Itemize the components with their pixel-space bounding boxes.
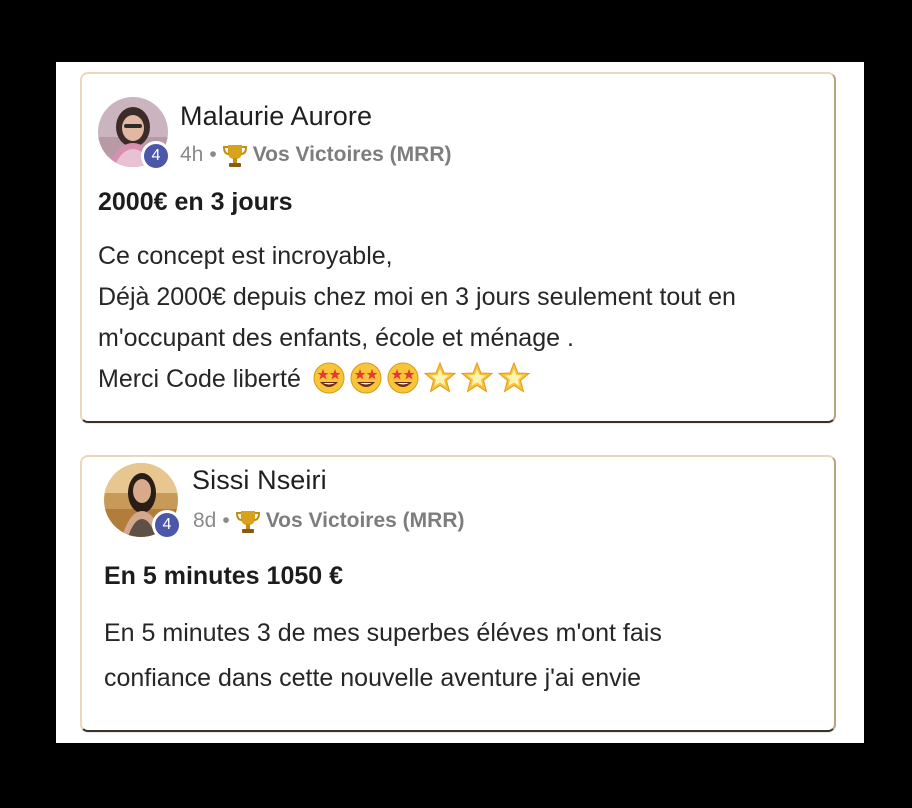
level-badge: 4 [141,141,171,171]
glowing-star-emoji-icon [497,362,531,394]
glowing-star-emoji-icon [460,362,494,394]
post-meta: 8d • Vos Victoires (MRR) [193,508,464,534]
post-line: En 5 minutes 3 de mes superbes éléves m'… [104,619,662,647]
star-struck-emoji-icon [313,362,345,394]
post-meta: 4h • Vos Victoires (MRR) [180,142,451,168]
post-line: confiance dans cette nouvelle aventure j… [104,664,642,692]
trophy-icon [235,508,260,534]
separator: • [222,509,230,532]
post-line-with-emojis: Merci Code liberté [98,359,736,400]
post-line: m'occupant des enfants, école et ménage … [98,324,574,352]
trophy-icon [222,142,247,168]
post-body: Ce concept est incroyable, Déjà 2000€ de… [98,236,736,400]
star-struck-emoji-icon [387,362,419,394]
post-title: 2000€ en 3 jours [98,188,293,216]
post-line: Déjà 2000€ depuis chez moi en 3 jours se… [98,283,736,311]
emoji-row [312,361,531,395]
group-link[interactable]: Vos Victoires (MRR) [253,143,452,167]
post-title: En 5 minutes 1050 € [104,562,344,590]
feed: 4 Malaurie Aurore 4h • Vos Victoires (MR… [56,62,864,743]
group-link[interactable]: Vos Victoires (MRR) [266,509,465,533]
post-body: En 5 minutes 3 de mes superbes éléves m'… [104,611,662,701]
post-time[interactable]: 8d [193,509,216,533]
star-struck-emoji-icon [350,362,382,394]
author-name[interactable]: Malaurie Aurore [180,101,372,132]
author-name[interactable]: Sissi Nseiri [192,465,327,496]
glowing-star-emoji-icon [423,362,457,394]
separator: • [209,143,217,166]
post-line: Merci Code liberté [98,365,301,393]
post-time[interactable]: 4h [180,143,203,167]
post-line: Ce concept est incroyable, [98,242,393,270]
post-card[interactable]: 4 Malaurie Aurore 4h • Vos Victoires (MR… [80,72,836,423]
level-badge: 4 [152,510,182,540]
post-card[interactable]: 4 Sissi Nseiri 8d • Vos Victoires (MRR) … [80,455,836,732]
